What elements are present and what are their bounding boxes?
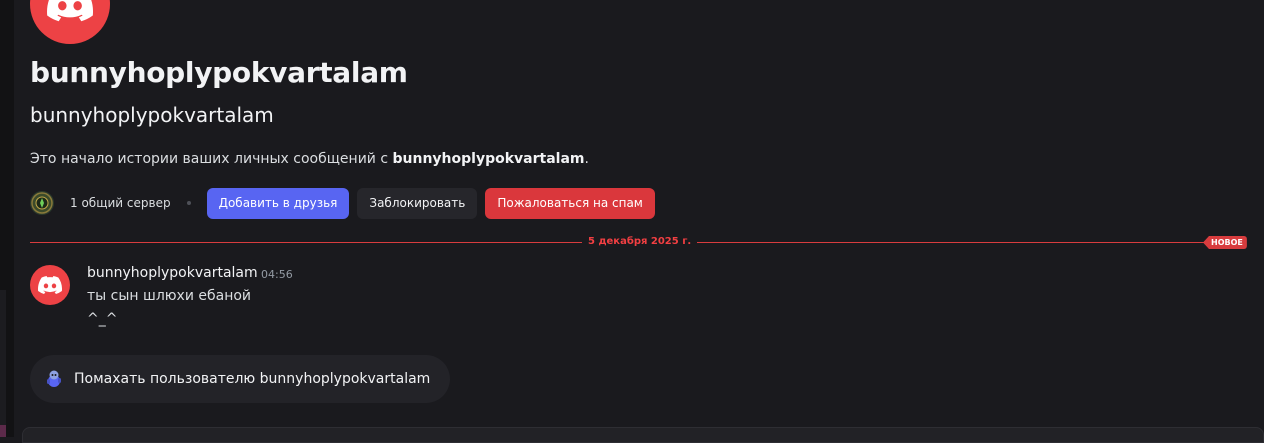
- intro-prefix: Это начало истории ваших личных сообщени…: [30, 151, 393, 167]
- mutual-servers-link[interactable]: 1 общий сервер: [70, 196, 171, 210]
- rail-accent: [0, 425, 6, 437]
- wave-button[interactable]: Помахать пользователю bunnyhoplypokvarta…: [30, 355, 451, 403]
- intro-suffix: .: [584, 151, 589, 167]
- message-timestamp: 04:56: [261, 268, 293, 281]
- discord-logo-icon: [38, 276, 62, 294]
- add-friend-button[interactable]: Добавить в друзья: [206, 187, 350, 219]
- message-text: ты сын шлюхи ебаной: [87, 288, 252, 304]
- profile-username: bunnyhoplypokvartalam: [30, 103, 274, 127]
- divider-date: 5 декабря 2025 г.: [582, 236, 698, 247]
- wave-label: Помахать пользователю bunnyhoplypokvarta…: [74, 371, 431, 387]
- report-spam-button[interactable]: Пожаловаться на спам: [485, 187, 655, 219]
- intro-username: bunnyhoplypokvartalam: [392, 151, 585, 167]
- new-badge[interactable]: НОВОЕ: [1203, 236, 1247, 249]
- rail-panel: [0, 290, 6, 430]
- mutual-server-icon[interactable]: [30, 191, 54, 215]
- profile-actions: 1 общий сервер Добавить в друзья Заблоки…: [30, 187, 663, 219]
- dm-intro-text: Это начало истории ваших личных сообщени…: [30, 151, 589, 167]
- wumpus-wave-icon: [44, 369, 64, 389]
- server-emblem-icon: [31, 192, 53, 214]
- separator-dot: [186, 201, 191, 205]
- message-text: ^_^: [87, 311, 118, 327]
- dm-chat: bunnyhoplypokvartalam bunnyhoplypokvarta…: [14, 0, 1264, 443]
- block-button[interactable]: Заблокировать: [357, 187, 478, 219]
- profile-avatar[interactable]: [30, 0, 110, 44]
- message-author[interactable]: bunnyhoplypokvartalam: [87, 265, 258, 281]
- discord-logo-icon: [47, 0, 93, 22]
- message-composer[interactable]: [22, 427, 1264, 443]
- profile-display-name: bunnyhoplypokvartalam: [30, 56, 408, 89]
- message-avatar[interactable]: [30, 265, 70, 305]
- left-rail: [0, 0, 14, 437]
